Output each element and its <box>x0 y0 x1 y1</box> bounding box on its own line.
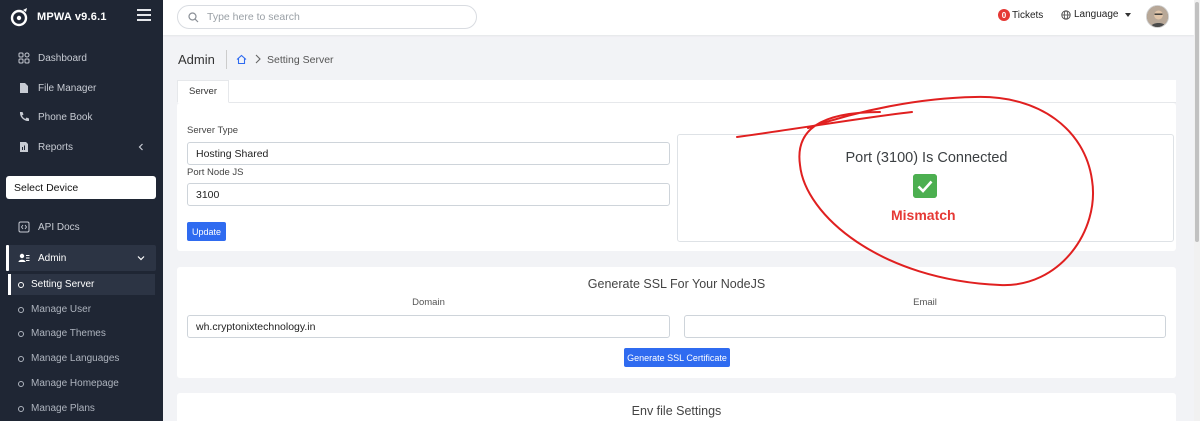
users-cog-icon <box>18 253 30 262</box>
breadcrumb-current: Setting Server <box>267 54 334 66</box>
sidebar-item-phone-book[interactable]: Phone Book <box>10 104 156 130</box>
scrollbar-thumb[interactable] <box>1195 2 1199 242</box>
file-icon <box>20 83 28 93</box>
user-avatar-icon <box>1147 6 1168 27</box>
brand-name: MPWA v9.6.1 <box>37 10 107 23</box>
sidebar-item-api-docs[interactable]: API Docs <box>10 214 156 240</box>
sidebar-subitem-label: Manage Homepage <box>31 378 119 389</box>
circle-icon <box>18 405 24 412</box>
sidebar-subitem-label: Setting Server <box>31 279 95 290</box>
sidebar-item-admin[interactable]: Admin <box>6 245 156 271</box>
env-card-title: Env file Settings <box>631 404 722 418</box>
sidebar-subitem-manage-plans[interactable]: Manage Plans <box>8 398 155 419</box>
chevron-right-icon <box>255 54 261 64</box>
tickets-link[interactable]: 0 Tickets <box>998 9 1043 21</box>
sidebar-item-label: Phone Book <box>38 111 93 123</box>
sidebar-item-file-manager[interactable]: File Manager <box>10 75 156 101</box>
chevron-down-icon <box>137 256 145 261</box>
mismatch-text: Mismatch <box>891 207 956 223</box>
home-icon[interactable] <box>236 54 247 65</box>
connection-status-panel: Port (3100) Is Connected Mismatch <box>677 134 1174 242</box>
code-icon <box>18 221 30 233</box>
circle-icon <box>18 380 24 387</box>
email-field[interactable] <box>684 315 1166 338</box>
sidebar-subitem-manage-languages[interactable]: Manage Languages <box>8 348 155 369</box>
port-label: Port Node JS <box>187 167 244 178</box>
server-type-field[interactable]: Hosting Shared <box>187 142 670 165</box>
sidebar-item-label: File Manager <box>38 82 97 94</box>
circle-icon <box>18 306 24 313</box>
tickets-badge: 0 <box>998 9 1010 21</box>
language-dropdown[interactable]: Language <box>1061 9 1131 20</box>
sidebar-subitem-manage-homepage[interactable]: Manage Homepage <box>8 373 155 394</box>
sidebar-subitem-manage-themes[interactable]: Manage Themes <box>8 323 155 344</box>
sidebar-subitem-label: Manage Themes <box>31 328 106 339</box>
email-label: Email <box>913 297 937 308</box>
sidebar-subitem-setting-server[interactable]: Setting Server <box>8 274 155 295</box>
circle-icon <box>18 281 24 288</box>
server-settings-card: Server Type Hosting Shared Port Node JS … <box>177 103 1176 251</box>
chevron-left-icon <box>138 143 143 151</box>
env-settings-card: Env file Settings <box>177 393 1176 421</box>
sidebar-subitem-label: Manage Languages <box>31 353 120 364</box>
phone-icon <box>19 112 29 122</box>
sidebar-item-reports[interactable]: Reports <box>10 134 156 160</box>
active-indicator <box>8 274 11 295</box>
tickets-label: Tickets <box>1012 9 1044 21</box>
sidebar: MPWA v9.6.1 Dashboard File Manager Phone… <box>0 0 163 421</box>
check-mark-icon <box>913 174 937 198</box>
sidebar-item-label: API Docs <box>38 221 80 233</box>
sidebar-item-label: Dashboard <box>38 52 87 64</box>
page-title: Admin <box>178 52 215 67</box>
language-label: Language <box>1074 9 1119 20</box>
topbar: 0 Tickets Language <box>163 0 1194 35</box>
domain-label: Domain <box>412 297 445 308</box>
sidebar-subitem-label: Manage Plans <box>31 403 95 414</box>
sidebar-item-dashboard[interactable]: Dashboard <box>10 45 156 71</box>
sidebar-subitem-label: Manage User <box>31 304 92 315</box>
circle-icon <box>18 355 24 362</box>
ssl-card-title: Generate SSL For Your NodeJS <box>587 277 766 291</box>
avatar[interactable] <box>1146 5 1169 28</box>
tab-server[interactable]: Server <box>177 80 229 103</box>
server-type-label: Server Type <box>187 125 239 136</box>
generate-ssl-button[interactable]: Generate SSL Certificate <box>624 348 730 367</box>
sidebar-item-label: Reports <box>38 141 74 153</box>
sidebar-subitem-manage-user[interactable]: Manage User <box>8 299 155 320</box>
brand-logo-icon <box>10 7 28 26</box>
menu-toggle-icon[interactable] <box>137 9 151 21</box>
tab-bar: Server <box>177 80 1176 103</box>
active-indicator <box>6 245 9 271</box>
circle-icon <box>18 330 24 337</box>
ssl-card: Generate SSL For Your NodeJS Domain Emai… <box>177 267 1176 378</box>
caret-down-icon <box>1124 12 1131 17</box>
search-icon <box>188 11 199 22</box>
page-scrollbar[interactable] <box>1194 0 1200 421</box>
connection-status-title: Port (3100) Is Connected <box>845 150 1008 166</box>
select-device-dropdown[interactable]: Select Device <box>6 176 156 199</box>
domain-field[interactable]: wh.cryptonixtechnology.in <box>187 315 670 338</box>
breadcrumb-divider <box>226 50 227 69</box>
sidebar-item-label: Admin <box>38 252 67 264</box>
dashboard-icon <box>18 52 30 64</box>
report-icon <box>20 142 28 152</box>
globe-icon <box>1061 9 1071 20</box>
search-box[interactable] <box>177 5 477 29</box>
search-input[interactable] <box>207 11 457 23</box>
update-button[interactable]: Update <box>187 222 226 241</box>
port-field[interactable]: 3100 <box>187 183 670 206</box>
